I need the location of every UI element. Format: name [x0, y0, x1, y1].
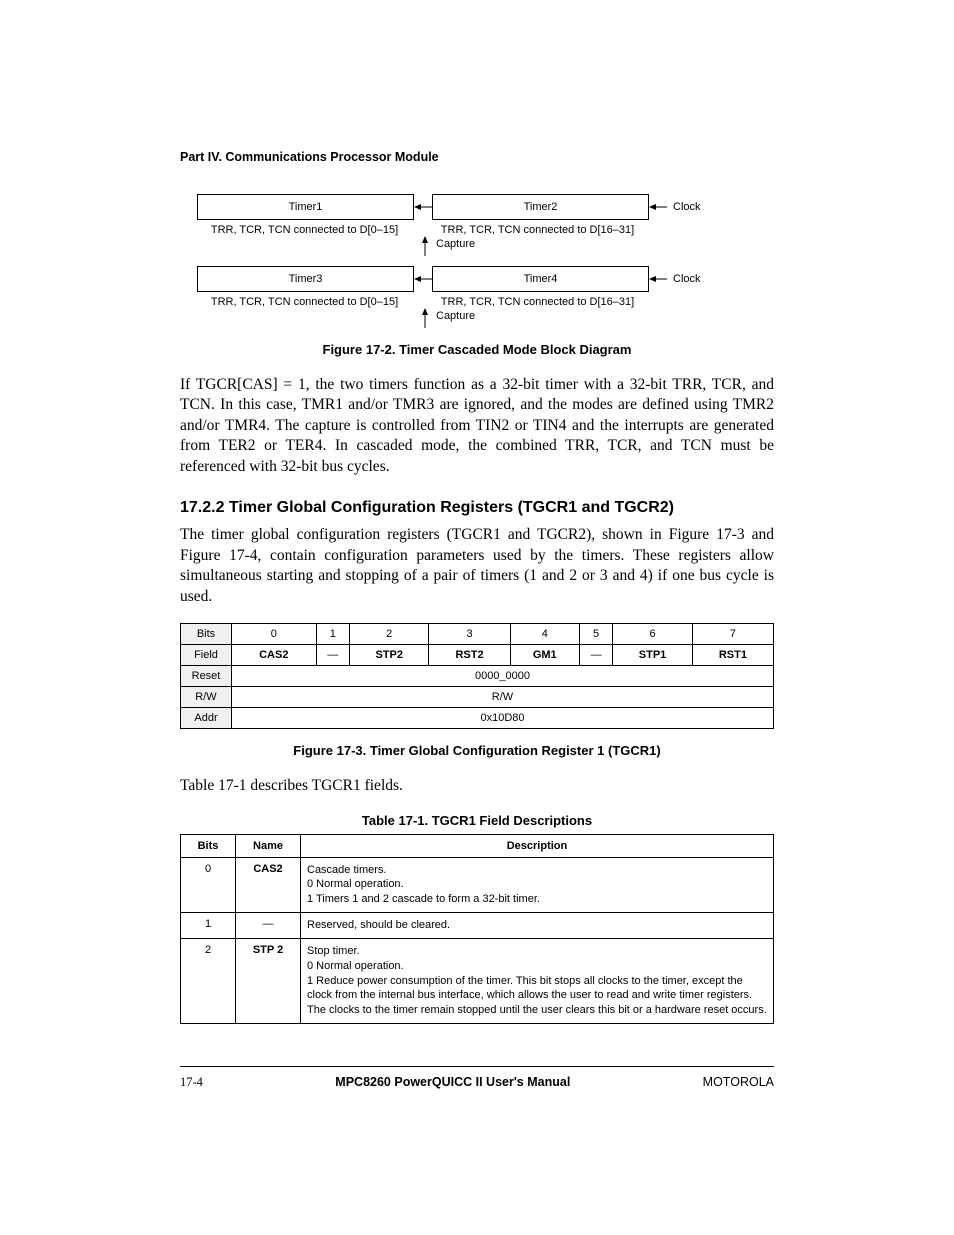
arrow-left-icon	[649, 274, 667, 284]
paragraph: If TGCR[CAS] = 1, the two timers functio…	[180, 375, 774, 477]
table-row: R/W R/W	[181, 687, 774, 708]
table-row: 2 STP 2 Stop timer.0 Normal operation.1 …	[181, 938, 774, 1023]
timer1-box: Timer1	[197, 194, 414, 220]
footer-rule	[180, 1066, 774, 1067]
paragraph: The timer global configuration registers…	[180, 525, 774, 607]
description-cell: Cascade timers.0 Normal operation.1 Time…	[301, 857, 774, 913]
table-caption: Table 17-1. TGCR1 Field Descriptions	[180, 813, 774, 828]
arrow-left-icon	[649, 202, 667, 212]
block-diagram: Timer1 Timer2 Clock TRR, TCR, TCN connec…	[197, 194, 757, 328]
capture-row-1: Capture	[197, 236, 757, 256]
arrow-up-icon	[420, 308, 430, 328]
register-table: Bits 0 1 2 3 4 5 6 7 Field CAS2 — STP2 R…	[180, 623, 774, 729]
page-footer: 17-4 MPC8260 PowerQUICC II User's Manual…	[180, 1075, 774, 1090]
clock-label: Clock	[673, 273, 701, 285]
description-cell: Stop timer.0 Normal operation.1 Reduce p…	[301, 938, 774, 1023]
table-row: Bits 0 1 2 3 4 5 6 7	[181, 624, 774, 645]
arrow-up-icon	[420, 236, 430, 256]
vendor-name: MOTOROLA	[703, 1075, 774, 1090]
table-row: Reset 0000_0000	[181, 666, 774, 687]
part-header: Part IV. Communications Processor Module	[180, 150, 774, 164]
capture-label: Capture	[436, 238, 475, 250]
page-number: 17-4	[180, 1075, 203, 1090]
table-row: 0 CAS2 Cascade timers.0 Normal operation…	[181, 857, 774, 913]
timer2-box: Timer2	[432, 194, 649, 220]
arrow-left-icon	[414, 274, 432, 284]
table-header-row: Bits Name Description	[181, 834, 774, 857]
table-row: Addr 0x10D80	[181, 708, 774, 729]
manual-title: MPC8260 PowerQUICC II User's Manual	[335, 1075, 570, 1090]
figure-caption: Figure 17-2. Timer Cascaded Mode Block D…	[180, 342, 774, 357]
figure-caption: Figure 17-3. Timer Global Configuration …	[180, 743, 774, 758]
capture-row-2: Capture	[197, 308, 757, 328]
page: Part IV. Communications Processor Module…	[0, 0, 954, 1150]
diagram-row-2: Timer3 Timer4 Clock	[197, 266, 757, 292]
description-cell: Reserved, should be cleared.	[301, 913, 774, 939]
timer4-box: Timer4	[432, 266, 649, 292]
diagram-row-1: Timer1 Timer2 Clock	[197, 194, 757, 220]
sub-label-row-1: TRR, TCR, TCN connected to D[0–15] TRR, …	[197, 224, 757, 236]
capture-label: Capture	[436, 310, 475, 322]
field-description-table: Bits Name Description 0 CAS2 Cascade tim…	[180, 834, 774, 1025]
arrow-left-icon	[414, 202, 432, 212]
table-row: 1 — Reserved, should be cleared.	[181, 913, 774, 939]
sub-label-row-2: TRR, TCR, TCN connected to D[0–15] TRR, …	[197, 296, 757, 308]
table-row: Field CAS2 — STP2 RST2 GM1 — STP1 RST1	[181, 645, 774, 666]
timer3-box: Timer3	[197, 266, 414, 292]
clock-label: Clock	[673, 201, 701, 213]
section-heading: 17.2.2 Timer Global Configuration Regist…	[180, 499, 774, 517]
paragraph: Table 17-1 describes TGCR1 fields.	[180, 776, 774, 796]
